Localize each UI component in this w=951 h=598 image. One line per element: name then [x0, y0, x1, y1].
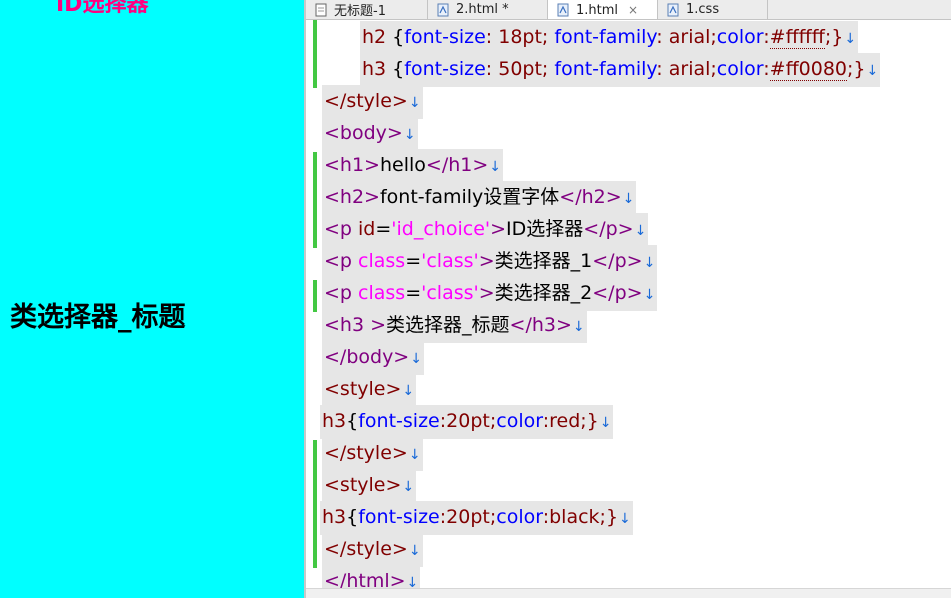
line-end-mark: ↓: [643, 255, 656, 271]
code-line: h3{font-size:20pt;color:black;}↓: [320, 501, 633, 535]
preview-pane: ID选择器 类选择器_标题: [0, 0, 304, 598]
line-end-mark: ↓: [866, 63, 879, 79]
tab-2-html[interactable]: 2.html *: [428, 0, 548, 19]
app-window: ID选择器 类选择器_标题 无标题-1 2.html * 1.html × 1.…: [0, 0, 951, 598]
tab-1-css[interactable]: 1.css: [658, 0, 768, 19]
line-end-mark: ↓: [622, 191, 635, 207]
tab-label: 2.html *: [456, 2, 509, 17]
preview-id-selector-text: ID选择器: [56, 0, 149, 17]
line-end-mark: ↓: [844, 31, 857, 47]
document-icon: [315, 3, 327, 16]
line-end-mark: ↓: [402, 383, 415, 399]
line-end-mark: ↓: [410, 351, 422, 367]
line-end-mark: ↓: [402, 479, 415, 495]
code-line: <h2>font-family设置字体</h2>↓: [322, 181, 637, 215]
change-marker: [313, 440, 317, 568]
code-line: h3{font-size:20pt;color:red;}↓: [320, 405, 614, 439]
code-line: h2 {font-size: 18pt; font-family: arial;…: [360, 21, 859, 55]
tab-label: 1.css: [686, 2, 720, 17]
line-end-mark: ↓: [599, 415, 612, 431]
editor-tab-bar: 无标题-1 2.html * 1.html × 1.css: [306, 0, 951, 20]
code-line: <p class='class'>类选择器_2</p>↓: [322, 277, 658, 311]
code-line: </style>↓: [322, 533, 423, 567]
code-line: <body>↓: [322, 117, 418, 151]
change-marker: [313, 280, 317, 312]
line-end-mark: ↓: [643, 287, 656, 303]
code-line: <style>↓: [322, 469, 417, 503]
close-icon[interactable]: ×: [628, 3, 638, 17]
change-marker: [313, 20, 317, 88]
code-line: <h3 >类选择器_标题</h3>↓: [322, 309, 587, 343]
code-line: <p id='id_choice'>ID选择器</p>↓: [322, 213, 649, 247]
change-marker: [313, 152, 317, 248]
editor-gutter: [306, 20, 317, 598]
code-line: </body>↓: [322, 341, 424, 375]
css-file-icon: [667, 3, 679, 16]
tab-label: 无标题-1: [334, 4, 386, 19]
code-line: <style>↓: [322, 373, 417, 407]
code-line: </style>↓: [322, 437, 423, 471]
html-file-icon: [437, 3, 449, 16]
code-line: <h1>hello</h1>↓: [322, 149, 504, 183]
html-file-icon: [557, 3, 569, 17]
tab-untitled-1[interactable]: 无标题-1: [306, 0, 428, 19]
line-end-mark: ↓: [619, 511, 631, 527]
horizontal-scrollbar[interactable]: [306, 588, 951, 598]
line-end-mark: ↓: [572, 319, 585, 335]
line-end-mark: ↓: [408, 447, 421, 463]
preview-heading-h3: 类选择器_标题: [10, 302, 186, 333]
code-line: <p class='class'>类选择器_1</p>↓: [322, 245, 658, 279]
line-end-mark: ↓: [634, 223, 647, 239]
line-end-mark: ↓: [403, 127, 416, 143]
line-end-mark: ↓: [408, 95, 421, 111]
code-line: h3 {font-size: 50pt; font-family: arial;…: [360, 53, 881, 87]
tab-label: 1.html: [576, 2, 619, 18]
line-end-mark: ↓: [489, 159, 502, 175]
code-editor[interactable]: 无标题-1 2.html * 1.html × 1.css h2 {font-s…: [306, 0, 951, 598]
tab-1-html[interactable]: 1.html ×: [548, 0, 658, 19]
line-end-mark: ↓: [408, 543, 421, 559]
code-line: </style>↓: [322, 85, 423, 119]
